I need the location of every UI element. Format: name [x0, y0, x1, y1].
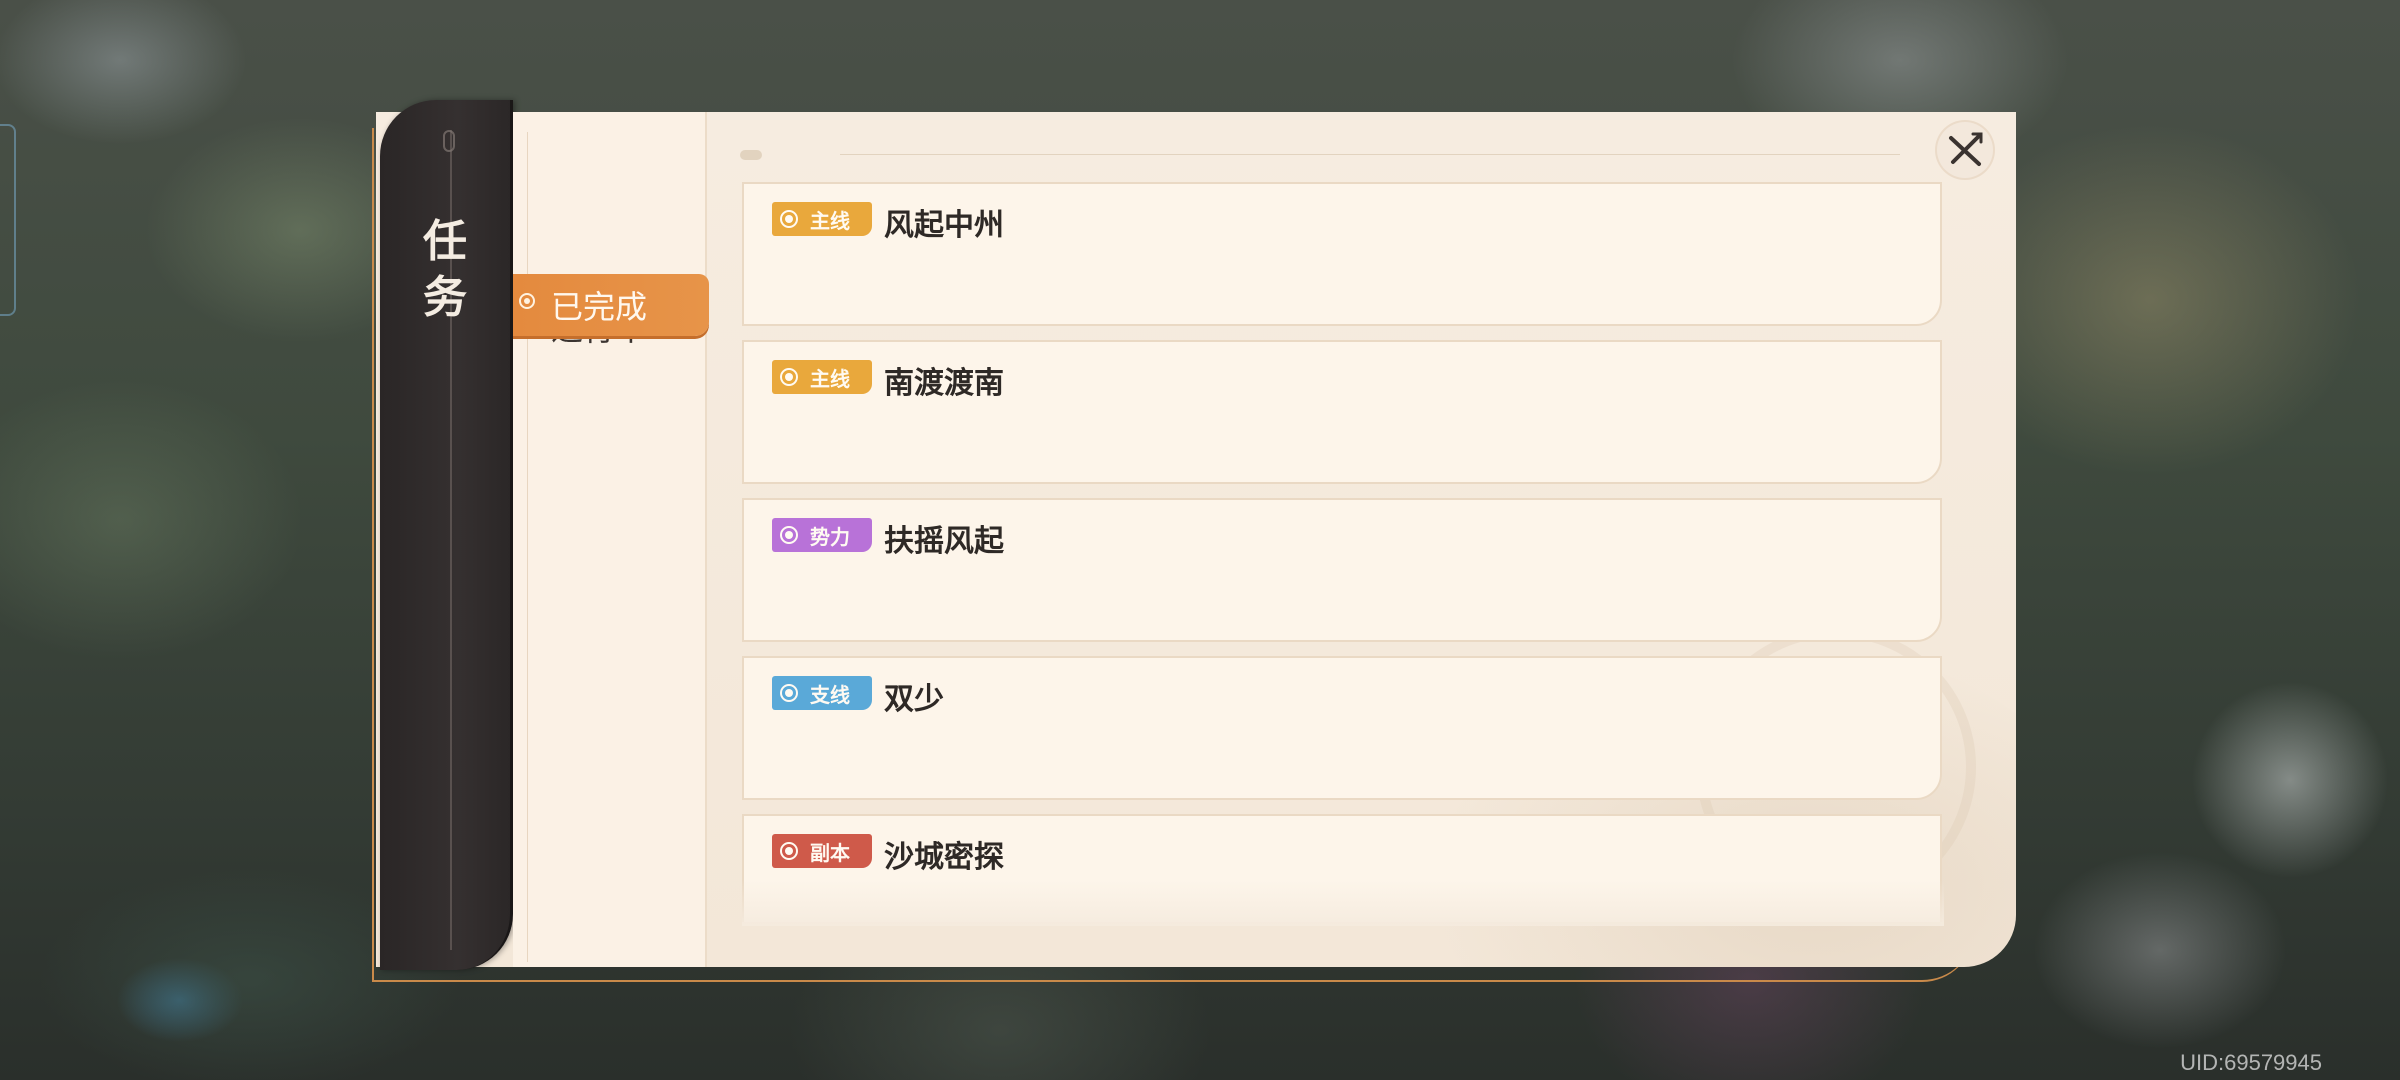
tab-column: 进行中 已完成 [513, 112, 709, 967]
quest-card[interactable]: 主线 风起中州 [742, 182, 1942, 326]
panel-title-char: 务 [423, 272, 467, 323]
user-id-label: UID:69579945 [2180, 1050, 2322, 1075]
quest-name: 沙城密探 [884, 840, 1004, 875]
left-edge-frame [0, 124, 16, 316]
tab-column-line [527, 132, 528, 962]
quest-type-label: 主线 [810, 208, 850, 233]
quest-type-label: 势力 [810, 524, 850, 549]
header-ornament-icon [740, 150, 762, 160]
quest-list[interactable]: 主线 风起中州 主线 南渡渡南 势力 扶摇风起 支线 双少 副本 沙城密探 [742, 182, 1944, 922]
quest-type-label: 主线 [810, 366, 850, 391]
quest-type-badge: 支线 [772, 676, 872, 710]
quest-card[interactable]: 势力 扶摇风起 [742, 498, 1942, 642]
target-circle-icon [780, 684, 798, 702]
quest-name: 双少 [884, 682, 944, 717]
close-icon [1949, 132, 1983, 166]
panel-title-char: 任 [423, 216, 467, 267]
quest-card[interactable]: 主线 南渡渡南 [742, 340, 1942, 484]
selected-indicator-icon [519, 293, 535, 309]
target-circle-icon [780, 368, 798, 386]
quest-type-badge: 副本 [772, 834, 872, 868]
target-circle-icon [780, 210, 798, 228]
scroll-rod-knob [443, 130, 455, 152]
panel-title: 任 务 [380, 214, 510, 326]
quest-type-label: 支线 [810, 682, 850, 707]
quest-type-badge: 势力 [772, 518, 872, 552]
quest-type-badge: 主线 [772, 202, 872, 236]
quest-name: 风起中州 [884, 208, 1004, 243]
quest-type-label: 副本 [810, 840, 850, 865]
target-circle-icon [780, 842, 798, 860]
target-circle-icon [780, 526, 798, 544]
quest-card[interactable]: 副本 沙城密探 [742, 814, 1942, 922]
tab-label: 已完成 [551, 288, 648, 326]
quest-type-badge: 主线 [772, 360, 872, 394]
close-button[interactable] [1937, 122, 1993, 178]
list-header-strip [740, 150, 1920, 160]
quest-name: 南渡渡南 [884, 366, 1004, 401]
tab-completed[interactable]: 已完成 [513, 274, 709, 336]
quest-card[interactable]: 支线 双少 [742, 656, 1942, 800]
header-divider [840, 154, 1900, 155]
quest-name: 扶摇风起 [884, 524, 1004, 559]
